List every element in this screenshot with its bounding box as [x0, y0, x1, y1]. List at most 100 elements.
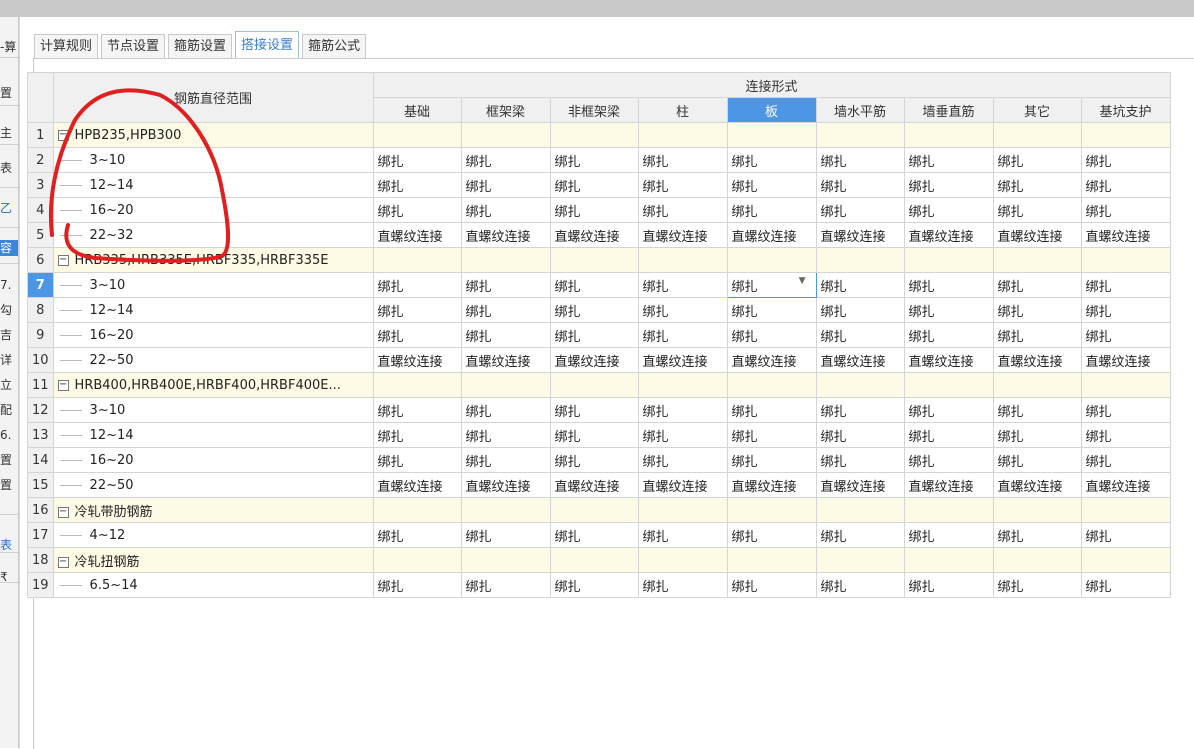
connection-type-cell[interactable]: 绑扎 [903, 297, 994, 323]
connection-type-cell[interactable]: 绑扎 [637, 397, 728, 423]
column-header[interactable]: 墙垂直筋 [903, 97, 994, 123]
connection-type-cell[interactable]: 直螺纹连接 [637, 472, 728, 498]
left-panel-item[interactable]: 立 [0, 377, 18, 393]
row-number[interactable]: 4 [27, 197, 54, 223]
connection-type-cell[interactable]: 绑扎 [992, 197, 1082, 223]
row-number[interactable]: 10 [27, 347, 54, 373]
connection-type-cell[interactable]: 绑扎 [549, 397, 639, 423]
connection-type-cell[interactable]: 直螺纹连接 [637, 222, 728, 248]
left-panel-item[interactable]: 勾 [0, 302, 18, 318]
connection-type-cell[interactable]: 绑扎 [1080, 197, 1171, 223]
row-number[interactable]: 13 [27, 422, 54, 448]
connection-type-cell[interactable]: 绑扎 [992, 147, 1082, 173]
connection-type-cell[interactable]: 绑扎 [1080, 422, 1171, 448]
connection-type-cell[interactable]: 绑扎 [637, 572, 728, 598]
connection-type-cell[interactable]: 直螺纹连接 [1080, 347, 1171, 373]
connection-type-cell[interactable]: 绑扎 [460, 172, 551, 198]
connection-type-cell[interactable]: 绑扎 [1080, 522, 1171, 548]
connection-type-cell[interactable]: 绑扎 [372, 172, 462, 198]
connection-type-cell[interactable]: 绑扎 [815, 272, 905, 298]
connection-type-cell[interactable]: 直螺纹连接 [815, 222, 905, 248]
connection-type-cell[interactable]: 直螺纹连接 [903, 472, 994, 498]
connection-type-cell[interactable]: 绑扎 [549, 147, 639, 173]
connection-type-cell[interactable]: 绑扎 [726, 297, 817, 323]
connection-type-cell[interactable]: 绑扎 [460, 297, 551, 323]
connection-type-cell[interactable]: 绑扎 [372, 297, 462, 323]
connection-type-cell[interactable]: 绑扎 [460, 447, 551, 473]
connection-type-cell[interactable]: 绑扎 [460, 147, 551, 173]
connection-type-cell[interactable]: 绑扎 [903, 572, 994, 598]
connection-type-cell[interactable]: 绑扎 [992, 522, 1082, 548]
left-panel-item[interactable]: 7. [0, 277, 18, 293]
connection-type-cell[interactable]: 绑扎 [992, 397, 1082, 423]
connection-type-cell[interactable]: 绑扎 [815, 197, 905, 223]
connection-type-cell[interactable]: 绑扎 [372, 572, 462, 598]
connection-type-cell[interactable]: 绑扎 [372, 422, 462, 448]
collapse-toggle-icon[interactable]: − [57, 556, 69, 568]
row-number[interactable]: 6 [27, 247, 54, 273]
connection-type-cell[interactable]: 绑扎 [1080, 572, 1171, 598]
connection-type-cell[interactable]: 绑扎 [1080, 172, 1171, 198]
row-number[interactable]: 19 [27, 572, 54, 598]
connection-type-cell[interactable]: 直螺纹连接 [726, 222, 817, 248]
row-number[interactable]: 14 [27, 447, 54, 473]
tab-2[interactable]: 节点设置 [101, 34, 166, 58]
connection-type-cell[interactable]: 绑扎 [549, 522, 639, 548]
connection-type-cell[interactable]: 绑扎 [549, 572, 639, 598]
connection-type-cell[interactable]: 绑扎 [815, 422, 905, 448]
collapse-toggle-icon[interactable]: − [57, 379, 69, 391]
connection-type-cell[interactable]: 绑扎 [726, 147, 817, 173]
connection-type-cell[interactable]: 直螺纹连接 [549, 347, 639, 373]
connection-type-cell[interactable]: 绑扎 [815, 297, 905, 323]
column-header[interactable]: 墙水平筋 [815, 97, 905, 123]
connection-type-cell[interactable]: 绑扎 [1080, 147, 1171, 173]
connection-type-cell[interactable]: 绑扎 [726, 422, 817, 448]
connection-type-cell[interactable]: 直螺纹连接 [815, 472, 905, 498]
connection-type-cell[interactable]: 绑扎 [372, 272, 462, 298]
collapse-toggle-icon[interactable]: − [57, 506, 69, 518]
connection-type-cell[interactable]: 绑扎 [637, 422, 728, 448]
connection-type-cell[interactable]: 绑扎 [549, 322, 639, 348]
row-number[interactable]: 1 [27, 122, 54, 148]
connection-type-cell[interactable]: 绑扎 [815, 147, 905, 173]
connection-type-cell[interactable]: 绑扎 [460, 272, 551, 298]
row-number[interactable]: 16 [27, 497, 54, 523]
left-panel-item[interactable]: 详 [0, 352, 18, 368]
left-panel-item[interactable]: 配 [0, 402, 18, 418]
connection-type-cell[interactable]: 绑扎 [726, 172, 817, 198]
connection-type-cell[interactable]: 绑扎 [637, 272, 728, 298]
connection-type-cell[interactable]: 直螺纹连接 [372, 347, 462, 373]
row-number[interactable]: 15 [27, 472, 54, 498]
connection-type-cell[interactable]: 绑扎 [549, 272, 639, 298]
connection-type-cell[interactable]: 绑扎 [372, 322, 462, 348]
left-panel-item[interactable]: 置 [0, 85, 18, 101]
column-header[interactable]: 基坑支护 [1080, 97, 1171, 123]
row-number[interactable]: 9 [27, 322, 54, 348]
connection-type-cell[interactable]: 直螺纹连接 [460, 347, 551, 373]
connection-type-cell[interactable]: 绑扎 [460, 572, 551, 598]
connection-type-cell[interactable]: 绑扎 [726, 447, 817, 473]
connection-type-cell[interactable]: 绑扎 [903, 197, 994, 223]
column-header[interactable]: 其它 [992, 97, 1082, 123]
connection-type-cell[interactable]: 绑扎 [549, 447, 639, 473]
row-number[interactable]: 5 [27, 222, 54, 248]
connection-type-cell[interactable]: 绑扎 [460, 522, 551, 548]
connection-type-cell[interactable]: 直螺纹连接 [549, 472, 639, 498]
left-panel-item[interactable]: 主 [0, 125, 18, 141]
connection-type-cell[interactable]: 绑扎 [637, 322, 728, 348]
row-number[interactable]: 2 [27, 147, 54, 173]
connection-type-cell[interactable]: 绑扎 [903, 322, 994, 348]
connection-type-cell[interactable]: 绑扎 [815, 322, 905, 348]
connection-type-cell[interactable]: 绑扎 [815, 172, 905, 198]
connection-type-cell[interactable]: 绑扎 [903, 422, 994, 448]
connection-type-cell[interactable]: 绑扎 [1080, 272, 1171, 298]
left-panel-item[interactable]: 置 [0, 452, 18, 468]
connection-type-cell[interactable]: 绑扎 [372, 197, 462, 223]
connection-type-cell[interactable]: 绑扎 [992, 172, 1082, 198]
connection-type-cell[interactable]: 绑扎 [992, 322, 1082, 348]
connection-type-cell[interactable]: 直螺纹连接 [903, 347, 994, 373]
connection-type-cell[interactable]: 绑扎 [1080, 447, 1171, 473]
tab-4[interactable]: 搭接设置 [235, 31, 300, 58]
connection-type-cell[interactable]: 绑扎 [992, 447, 1082, 473]
connection-type-cell[interactable]: 直螺纹连接 [726, 347, 817, 373]
